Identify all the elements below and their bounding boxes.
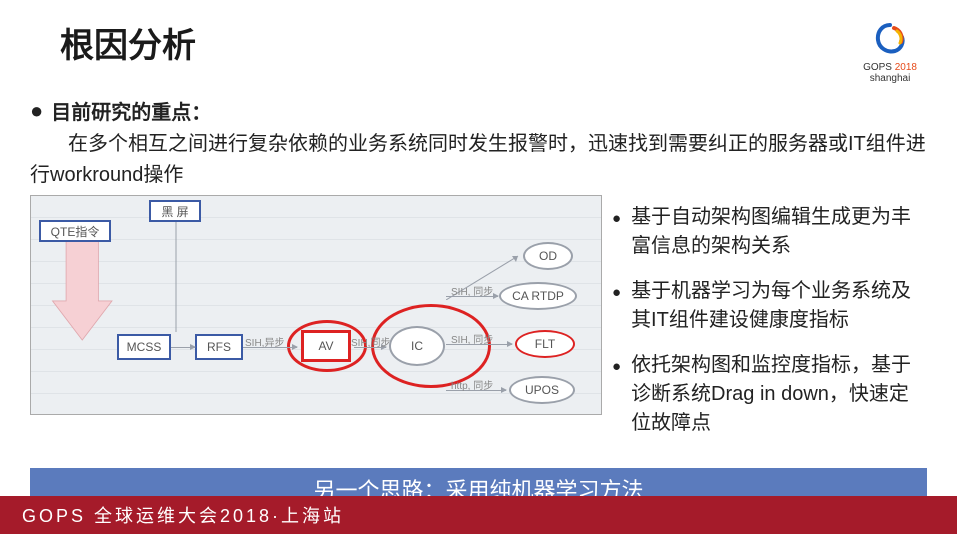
label-sih2: SIH,同步: [351, 334, 390, 349]
point-3: 依托架构图和监控度指标，基于诊断系统Drag in down，快速定位故障点: [612, 351, 921, 438]
logo-brand: GOPS: [863, 62, 892, 73]
label-http: http, 同步: [451, 377, 493, 392]
page-title: 根因分析: [60, 18, 196, 67]
logo-swirl-icon: [872, 22, 908, 58]
flow-arrow-icon: [51, 238, 115, 358]
footer: GOPS 全球运维大会2018·上海站: [0, 496, 957, 534]
label-sih3: SIH, 同步: [451, 283, 493, 298]
logo-city: shanghai: [863, 73, 917, 84]
node-upos: UPOS: [509, 376, 575, 404]
logo-block: GOPS 2018 shanghai: [863, 22, 917, 84]
node-rfs: RFS: [195, 334, 243, 360]
focus-body: 在多个相互之间进行复杂依赖的业务系统同时发生报警时，迅速找到需要纠正的服务器或I…: [30, 133, 926, 186]
node-blackscreen: 黑 屏: [149, 200, 201, 222]
architecture-diagram: QTE指令 黑 屏 MCSS RFS AV IC OD CA RTDP FLT …: [30, 195, 602, 415]
point-1: 基于自动架构图编辑生成更为丰富信息的架构关系: [612, 203, 921, 261]
label-sih1: SIH,异步: [245, 334, 284, 349]
node-flt: FLT: [515, 330, 575, 358]
node-od: OD: [523, 242, 573, 270]
node-mcss: MCSS: [117, 334, 171, 360]
label-sih4: SIH, 同步: [451, 331, 493, 346]
logo-year: 2018: [895, 62, 917, 73]
point-2: 基于机器学习为每个业务系统及其IT组件建设健康度指标: [612, 277, 921, 335]
right-points-list: 基于自动架构图编辑生成更为丰富信息的架构关系 基于机器学习为每个业务系统及其IT…: [612, 195, 927, 454]
focus-label: 目前研究的重点：: [51, 102, 211, 124]
focus-text: ●目前研究的重点： 在多个相互之间进行复杂依赖的业务系统同时发生报警时，迅速找到…: [30, 94, 927, 191]
node-qte: QTE指令: [39, 220, 111, 242]
